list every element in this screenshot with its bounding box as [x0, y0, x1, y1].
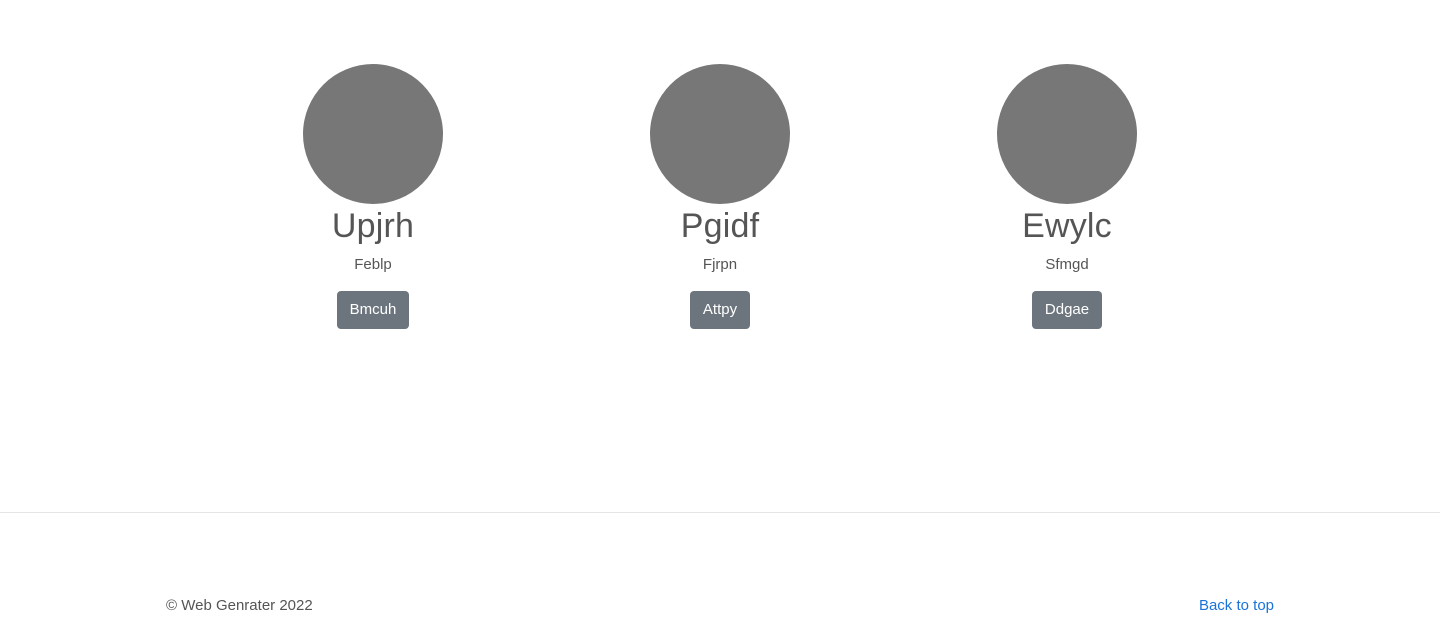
card-button[interactable]: Ddgae — [1031, 291, 1103, 329]
card-title: Pgidf — [680, 207, 760, 245]
card-subtitle: Feblp — [354, 256, 392, 273]
profile-card: Pgidf Fjrpn Attpy — [570, 64, 870, 329]
profile-card: Ewylc Sfmgd Ddgae — [917, 64, 1217, 329]
profile-card: Upjrh Feblp Bmcuh — [223, 64, 523, 329]
copyright-text: © Web Genrater 2022 — [166, 597, 313, 614]
avatar — [650, 64, 790, 204]
footer-divider — [0, 512, 1440, 513]
card-subtitle: Fjrpn — [702, 256, 738, 273]
card-button[interactable]: Attpy — [689, 291, 751, 329]
avatar — [997, 64, 1137, 204]
back-to-top-link[interactable]: Back to top — [1199, 596, 1274, 616]
card-title: Upjrh — [331, 207, 415, 245]
card-button[interactable]: Bmcuh — [336, 291, 410, 329]
card-subtitle: Sfmgd — [1045, 256, 1089, 273]
avatar — [303, 64, 443, 204]
card-title: Ewylc — [1022, 207, 1112, 245]
page: Upjrh Feblp Bmcuh Pgidf Fjrpn Attpy Ewyl… — [0, 0, 1440, 617]
profile-cards: Upjrh Feblp Bmcuh Pgidf Fjrpn Attpy Ewyl… — [0, 0, 1440, 512]
